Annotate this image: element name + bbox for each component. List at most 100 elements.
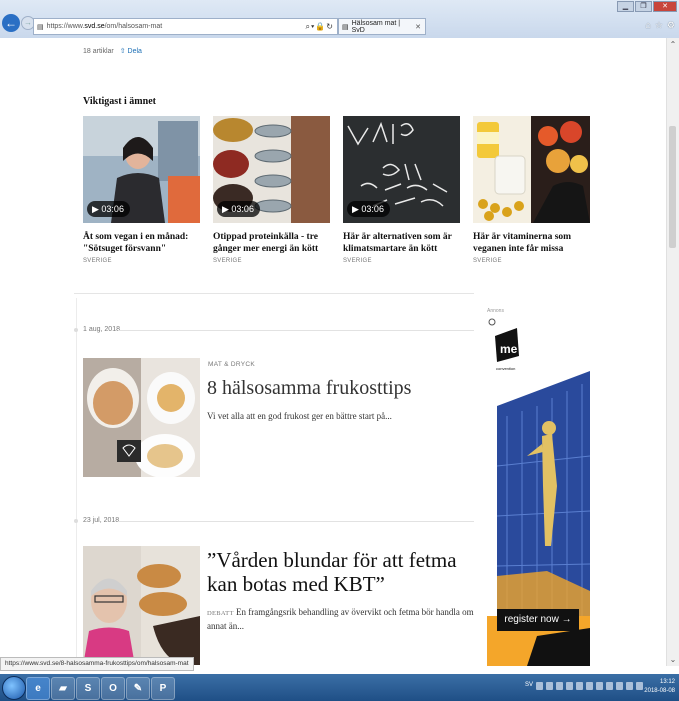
card-tag: SVERIGE: [343, 258, 372, 264]
card-title[interactable]: Här är alternativen som är klimatsmartar…: [343, 231, 460, 255]
tray-icon[interactable]: [596, 682, 603, 690]
video-card[interactable]: ▶ 03:06 Åt som vegan i en månad: "Sötsug…: [83, 116, 200, 264]
tab-favicon-icon: ▤: [342, 23, 349, 31]
settings-gear-icon[interactable]: ⚙: [667, 20, 675, 31]
article-category: DEBATT: [207, 610, 234, 617]
section-divider: [74, 293, 474, 294]
tray-icon[interactable]: [636, 682, 643, 690]
article-desc-text: Vi vet alla att en god frukost ger en bä…: [207, 411, 392, 421]
ad-register-button[interactable]: register now →: [497, 609, 579, 631]
system-tray[interactable]: SV: [525, 682, 643, 690]
tray-icon[interactable]: [546, 682, 553, 690]
status-bar-url: https://www.svd.se/8-halsosamma-frukostt…: [0, 657, 194, 671]
section-title: Viktigast i ämnet: [83, 96, 156, 107]
clock-time: 13:12: [659, 679, 675, 685]
article-image[interactable]: [83, 546, 200, 665]
woman-bread-image: [83, 546, 200, 665]
date-rule: [118, 521, 474, 522]
page-content: 18 artiklar ⇧ Dela Viktigast i ämnet ▶ 0…: [0, 38, 666, 666]
duration-text: 03:06: [231, 204, 254, 214]
card-title[interactable]: Otippad proteinkälla - tre gånger mer en…: [213, 231, 330, 255]
file-explorer-icon[interactable]: ▰: [51, 677, 75, 700]
advertisement[interactable]: me convention register now →: [487, 316, 590, 666]
article-count-text: 18 artiklar: [83, 48, 114, 55]
system-clock[interactable]: 13:12 2018-08-08: [644, 678, 675, 696]
url-text[interactable]: https://www.svd.se/om/halsosam-mat: [47, 23, 306, 30]
home-icon[interactable]: ⌂: [645, 20, 650, 31]
back-button[interactable]: ←: [2, 14, 20, 32]
browser-tab[interactable]: ▤ Hälsosam mat | SvD ✕: [338, 18, 426, 35]
outlook-icon[interactable]: O: [101, 677, 125, 700]
article-desc-text: En framgångsrik behandling av övervikt o…: [207, 607, 474, 631]
article-count: 18 artiklar ⇧ Dela: [83, 47, 142, 55]
ad-label: Annons: [487, 308, 504, 314]
scroll-thumb[interactable]: [669, 126, 676, 248]
duration-text: 03:06: [361, 204, 384, 214]
tray-icon[interactable]: [626, 682, 633, 690]
scroll-up-icon[interactable]: ⌃: [667, 40, 679, 49]
close-window-button[interactable]: ✕: [653, 1, 677, 12]
skype-icon[interactable]: S: [76, 677, 100, 700]
article-description: Vi vet alla att en god frukost ger en bä…: [207, 410, 477, 422]
minimize-button[interactable]: ▁: [617, 1, 634, 12]
tray-icon[interactable]: [576, 682, 583, 690]
tray-icon[interactable]: [606, 682, 613, 690]
start-button[interactable]: [2, 676, 26, 700]
video-duration-badge: ▶ 03:06: [347, 201, 390, 217]
vitamins-image: [473, 116, 590, 223]
article-title[interactable]: ”Vården blundar för att fetma kan botas …: [207, 548, 465, 596]
card-tag: SVERIGE: [213, 258, 242, 264]
share-icon: ⇧: [119, 48, 126, 55]
maximize-button[interactable]: ❐: [635, 1, 652, 12]
article-image[interactable]: [83, 358, 200, 477]
tray-icon[interactable]: [616, 682, 623, 690]
card-image: ▶ 03:06: [83, 116, 200, 223]
card-title[interactable]: Här är vitaminerna som veganen inte får …: [473, 231, 590, 255]
language-indicator[interactable]: SV: [525, 682, 533, 690]
ad-brand-sub: convention: [496, 366, 515, 371]
ad-brand: me: [500, 342, 518, 356]
windows-taskbar: e ▰ S O ✎ P SV 13:12 2018-08-08: [0, 674, 679, 701]
tray-icon[interactable]: [556, 682, 563, 690]
tray-icon[interactable]: [566, 682, 573, 690]
card-tag: SVERIGE: [83, 258, 112, 264]
card-image: [473, 116, 590, 223]
card-tag: SVERIGE: [473, 258, 502, 264]
favorites-star-icon[interactable]: ☆: [655, 20, 663, 31]
site-favicon-icon: ▤: [37, 23, 44, 31]
breakfast-image: [83, 358, 200, 477]
article-card[interactable]: Här är vitaminerna som veganen inte får …: [473, 116, 590, 264]
tab-close-icon[interactable]: ✕: [415, 23, 421, 31]
video-card[interactable]: ▶ 03:06 Otippad proteinkälla - tre gånge…: [213, 116, 330, 264]
article-date: 23 jul, 2018: [83, 517, 120, 524]
date-rule: [118, 330, 474, 331]
scroll-down-icon[interactable]: ⌄: [667, 655, 679, 664]
article-title[interactable]: 8 hälsosamma frukosttips: [207, 376, 411, 400]
video-card[interactable]: ▶ 03:06 Här är alternativen som är klima…: [343, 116, 460, 264]
share-label: Dela: [127, 48, 142, 55]
card-title[interactable]: Åt som vegan i en månad: "Sötsuget försv…: [83, 231, 200, 255]
vertical-scrollbar[interactable]: ⌃ ⌄: [666, 38, 679, 666]
timeline-line: [76, 298, 77, 666]
article-category: MAT & DRYCK: [208, 361, 256, 368]
internet-explorer-icon[interactable]: e: [26, 677, 50, 700]
arrow-right-icon: →: [561, 614, 572, 625]
share-link[interactable]: ⇧ Dela: [120, 48, 142, 55]
duration-text: 03:06: [101, 204, 124, 214]
paint-app-icon[interactable]: ✎: [126, 677, 150, 700]
address-tools-icons[interactable]: ⌕▾🔒↻: [305, 22, 334, 32]
powerpoint-icon[interactable]: P: [151, 677, 175, 700]
tab-title: Hälsosam mat | SvD: [351, 19, 401, 34]
video-duration-badge: ▶ 03:06: [87, 201, 130, 217]
timeline-dot: [74, 328, 78, 332]
video-duration-badge: ▶ 03:06: [217, 201, 260, 217]
timeline-dot: [74, 519, 78, 523]
ad-cta-label: register now: [504, 614, 559, 625]
card-image: ▶ 03:06: [343, 116, 460, 223]
window-controls: ▁ ❐ ✕: [617, 1, 677, 12]
card-image: ▶ 03:06: [213, 116, 330, 223]
clock-date: 2018-08-08: [644, 688, 675, 694]
address-bar[interactable]: ▤ https://www.svd.se/om/halsosam-mat ⌕▾🔒…: [33, 18, 338, 35]
tray-icon[interactable]: [586, 682, 593, 690]
tray-icon[interactable]: [536, 682, 543, 690]
